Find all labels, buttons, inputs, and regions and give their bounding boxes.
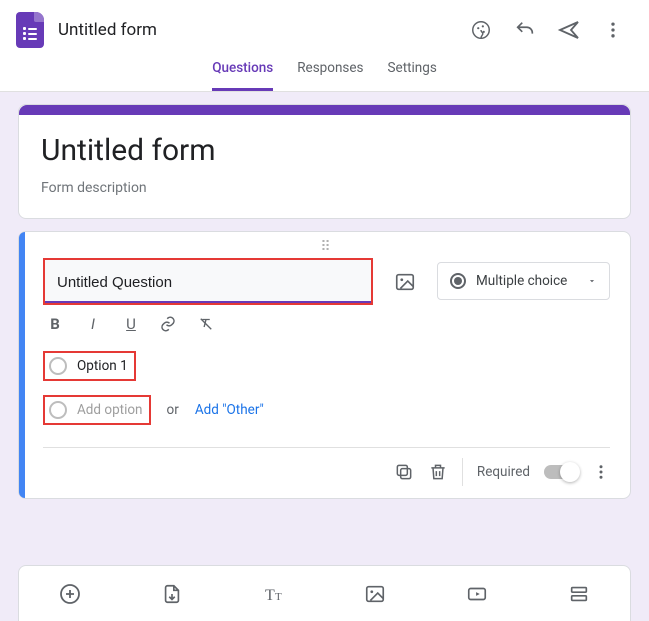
svg-text:T: T (275, 591, 282, 603)
radio-icon (450, 273, 466, 289)
required-toggle[interactable] (544, 465, 578, 479)
add-image-icon[interactable] (387, 264, 423, 300)
required-label: Required (477, 464, 530, 480)
add-image-toolbar-icon[interactable] (362, 581, 388, 607)
floating-toolbar: TT (18, 565, 631, 621)
add-other-button[interactable]: Add "Other" (195, 402, 264, 418)
question-type-select[interactable]: Multiple choice (437, 262, 610, 300)
format-toolbar: B I U (45, 315, 610, 333)
option-row: Option 1 (43, 351, 610, 381)
question-more-icon[interactable] (592, 463, 610, 481)
delete-icon[interactable] (428, 462, 448, 482)
svg-text:T: T (265, 587, 275, 604)
or-label: or (167, 402, 179, 418)
question-input-highlight (43, 258, 373, 305)
add-section-icon[interactable] (566, 581, 592, 607)
add-question-icon[interactable] (57, 581, 83, 607)
undo-icon[interactable] (505, 10, 545, 50)
document-title[interactable]: Untitled form (58, 20, 461, 40)
divider (462, 458, 463, 486)
accent-bar (19, 105, 630, 115)
chevron-down-icon (587, 276, 597, 286)
theme-icon[interactable] (461, 10, 501, 50)
option-radio-icon (49, 357, 67, 375)
forms-logo-icon (16, 12, 44, 48)
form-description[interactable]: Form description (41, 180, 608, 196)
question-type-label: Multiple choice (476, 273, 567, 289)
tab-settings[interactable]: Settings (388, 60, 437, 91)
title-card[interactable]: Untitled form Form description (18, 104, 631, 219)
clear-format-button[interactable] (197, 315, 217, 333)
add-title-icon[interactable]: TT (261, 581, 287, 607)
add-option-row: Add option or Add "Other" (43, 395, 610, 425)
tabs-bar: Questions Responses Settings (0, 60, 649, 92)
tab-responses[interactable]: Responses (297, 60, 363, 91)
add-option-highlight: Add option (43, 395, 151, 425)
underline-button[interactable]: U (121, 315, 141, 333)
app-header: Untitled form (0, 0, 649, 60)
drag-handle-icon[interactable]: ⠿ (43, 242, 610, 256)
form-title[interactable]: Untitled form (41, 133, 608, 168)
bold-button[interactable]: B (45, 315, 65, 333)
more-icon[interactable] (593, 10, 633, 50)
add-option-button[interactable]: Add option (77, 402, 143, 418)
form-canvas: Untitled form Form description ⠿ Multipl… (0, 92, 649, 621)
add-video-icon[interactable] (464, 581, 490, 607)
option-highlight: Option 1 (43, 351, 136, 381)
header-actions (461, 10, 633, 50)
link-button[interactable] (159, 315, 179, 333)
question-card[interactable]: ⠿ Multiple choice B I (18, 231, 631, 499)
send-icon[interactable] (549, 10, 589, 50)
option-radio-icon (49, 401, 67, 419)
question-input[interactable] (45, 260, 371, 303)
italic-button[interactable]: I (83, 315, 103, 333)
question-footer: Required (43, 447, 610, 486)
duplicate-icon[interactable] (394, 462, 414, 482)
import-questions-icon[interactable] (159, 581, 185, 607)
tab-questions[interactable]: Questions (212, 60, 273, 91)
option-text[interactable]: Option 1 (77, 358, 128, 374)
